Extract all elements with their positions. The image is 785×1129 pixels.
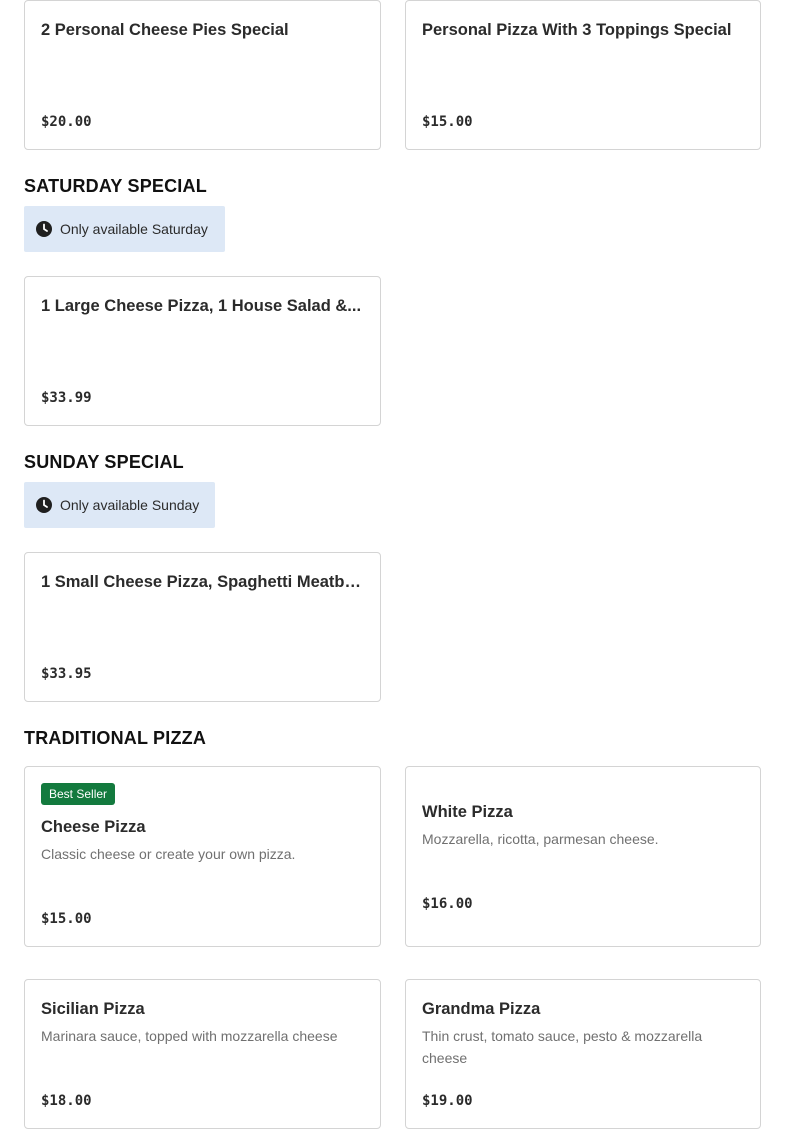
menu-item-card[interactable]: Sicilian Pizza Marinara sauce, topped wi… bbox=[24, 979, 381, 1129]
item-price: $20.00 bbox=[41, 114, 92, 130]
item-title: Grandma Pizza bbox=[422, 1000, 541, 1018]
item-title: Cheese Pizza bbox=[41, 818, 146, 836]
menu-item-card[interactable]: Personal Pizza With 3 Toppings Special $… bbox=[405, 0, 761, 150]
availability-text: Only available Saturday bbox=[60, 221, 208, 237]
item-price: $15.00 bbox=[422, 114, 473, 130]
item-description: Marinara sauce, topped with mozzarella c… bbox=[41, 1028, 338, 1044]
item-price: $19.00 bbox=[422, 1093, 473, 1109]
menu-item-card[interactable]: 1 Large Cheese Pizza, 1 House Salad &...… bbox=[24, 276, 381, 426]
clock-icon bbox=[36, 221, 52, 237]
menu-item-card[interactable]: 1 Small Cheese Pizza, Spaghetti Meatball… bbox=[24, 552, 381, 702]
item-title: White Pizza bbox=[422, 803, 513, 821]
best-seller-badge: Best Seller bbox=[41, 783, 116, 805]
item-description: Mozzarella, ricotta, parmesan cheese. bbox=[422, 831, 659, 847]
section-title-sunday: SUNDAY SPECIAL bbox=[24, 452, 184, 472]
availability-banner: Only available Sunday bbox=[24, 482, 215, 528]
item-description: Classic cheese or create your own pizza. bbox=[41, 846, 296, 862]
item-price: $33.95 bbox=[41, 666, 92, 682]
item-price: $33.99 bbox=[41, 390, 92, 406]
item-title: Sicilian Pizza bbox=[41, 1000, 145, 1018]
menu-item-card[interactable]: Best Seller Cheese Pizza Classic cheese … bbox=[24, 766, 381, 947]
menu-item-card[interactable]: White Pizza Mozzarella, ricotta, parmesa… bbox=[405, 766, 761, 947]
availability-banner: Only available Saturday bbox=[24, 206, 225, 252]
clock-icon bbox=[36, 497, 52, 513]
menu-item-card[interactable]: 2 Personal Cheese Pies Special $20.00 bbox=[24, 0, 381, 150]
item-price: $16.00 bbox=[422, 896, 473, 912]
item-title: 2 Personal Cheese Pies Special bbox=[41, 21, 289, 39]
item-title: 1 Large Cheese Pizza, 1 House Salad &... bbox=[41, 297, 362, 315]
item-title: Personal Pizza With 3 Toppings Special bbox=[422, 21, 732, 39]
item-description: Thin crust, tomato sauce, pesto & mozzar… bbox=[422, 1028, 703, 1066]
section-title-traditional: TRADITIONAL PIZZA bbox=[24, 728, 207, 748]
item-price: $15.00 bbox=[41, 911, 92, 927]
availability-text: Only available Sunday bbox=[60, 497, 200, 513]
item-title: 1 Small Cheese Pizza, Spaghetti Meatball… bbox=[41, 573, 364, 591]
item-price: $18.00 bbox=[41, 1093, 92, 1109]
menu-item-card[interactable]: Grandma Pizza Thin crust, tomato sauce, … bbox=[405, 979, 761, 1129]
section-title-saturday: SATURDAY SPECIAL bbox=[24, 176, 207, 196]
